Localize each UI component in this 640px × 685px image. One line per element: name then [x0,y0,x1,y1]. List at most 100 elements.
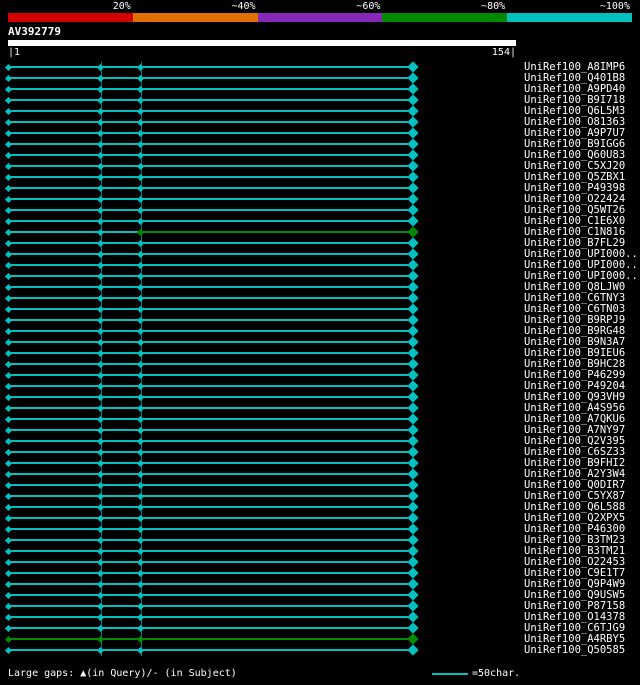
gap-marker-icon [137,118,145,126]
segment-end-diamond-icon [407,611,419,623]
gap-marker-icon [137,250,145,258]
alignment-line-segment [8,110,414,112]
gap-marker-icon [137,96,145,104]
gap-marker-icon [137,184,145,192]
gap-marker-icon [137,393,145,401]
segment-start-diamond-icon [4,63,12,71]
alignment-line-segment [8,154,414,156]
gap-marker-icon [137,525,145,533]
color-key-bar [8,13,632,22]
gap-marker-icon [97,481,105,489]
alignment-line-segment [8,550,414,552]
gap-marker-icon [137,635,145,643]
gap-marker-icon [137,448,145,456]
segment-start-diamond-icon [4,162,12,170]
alignment-line-segment [8,220,414,222]
alignment-line-segment [8,198,414,200]
gap-marker-icon [137,107,145,115]
gap-marker-icon [97,360,105,368]
segment-end-diamond-icon [407,94,419,106]
color-key-segment [8,13,133,22]
gap-marker-icon [97,316,105,324]
segment-start-diamond-icon [4,646,12,654]
gap-marker-icon [137,481,145,489]
gap-marker-icon [97,591,105,599]
gap-marker-icon [137,206,145,214]
segment-start-diamond-icon [4,481,12,489]
segment-end-diamond-icon [407,633,419,645]
alignment-line-segment [8,462,414,464]
gap-marker-icon [97,305,105,313]
segment-end-diamond-icon [407,193,419,205]
gap-marker-icon [97,371,105,379]
segment-end-diamond-icon [407,325,419,337]
gap-marker-icon [137,228,145,236]
gap-marker-icon [137,272,145,280]
gap-marker-icon [97,206,105,214]
segment-end-diamond-icon [407,72,419,84]
segment-end-diamond-icon [407,534,419,546]
gap-marker-icon [137,558,145,566]
segment-start-diamond-icon [4,602,12,610]
gap-marker-icon [97,195,105,203]
gap-marker-icon [97,140,105,148]
segment-start-diamond-icon [4,470,12,478]
gap-marker-icon [137,294,145,302]
segment-start-diamond-icon [4,140,12,148]
segment-end-diamond-icon [407,215,419,227]
hit-label[interactable]: UniRef100_Q50585 [524,645,625,656]
gap-marker-icon [137,503,145,511]
segment-start-diamond-icon [4,151,12,159]
gap-marker-icon [137,437,145,445]
segment-end-diamond-icon [407,83,419,95]
gap-marker-icon [137,602,145,610]
scale-end-label: 154| [491,47,516,58]
gap-marker-icon [97,602,105,610]
segment-start-diamond-icon [4,173,12,181]
alignment-line-segment [8,528,414,530]
alignment-line-segment [8,561,414,563]
gap-marker-icon [97,184,105,192]
segment-end-diamond-icon [407,149,419,161]
color-key-segment [132,13,258,22]
segment-start-diamond-icon [4,448,12,456]
segment-end-diamond-icon [407,589,419,601]
gap-marker-icon [97,294,105,302]
segment-start-diamond-icon [4,129,12,137]
gap-marker-icon [97,459,105,467]
alignment-line-segment [8,286,414,288]
segment-end-diamond-icon [407,545,419,557]
segment-start-diamond-icon [4,514,12,522]
alignment-line-segment [8,473,414,475]
segment-end-diamond-icon [407,391,419,403]
alignment-line-segment [8,231,141,233]
segment-start-diamond-icon [4,525,12,533]
gap-marker-icon [97,624,105,632]
alignment-line-segment [8,143,414,145]
segment-start-diamond-icon [4,305,12,313]
alignment-row[interactable]: UniRef100_Q50585 [0,644,640,656]
gap-marker-icon [137,74,145,82]
alignment-line-segment [8,451,414,453]
color-key-segment [257,13,383,22]
gap-marker-icon [97,415,105,423]
gap-marker-icon [137,492,145,500]
alignment-line-segment [8,374,414,376]
alignment-line-segment [8,88,414,90]
alignment-line-segment [8,616,414,618]
alignment-line-segment [8,539,414,541]
color-key-label: ~80% [481,1,506,12]
segment-start-diamond-icon [4,294,12,302]
gap-marker-icon [137,261,145,269]
gap-marker-icon [137,415,145,423]
gaps-note: Large gaps: ▲(in Query)/- (in Subject) [8,668,237,679]
alignment-line-segment [8,253,414,255]
gap-marker-icon [137,569,145,577]
gap-marker-icon [137,382,145,390]
alignment-line-segment [8,627,414,629]
segment-end-diamond-icon [407,171,419,183]
segment-start-diamond-icon [4,382,12,390]
segment-end-diamond-icon [407,512,419,524]
segment-end-diamond-icon [407,501,419,513]
gap-marker-icon [137,338,145,346]
